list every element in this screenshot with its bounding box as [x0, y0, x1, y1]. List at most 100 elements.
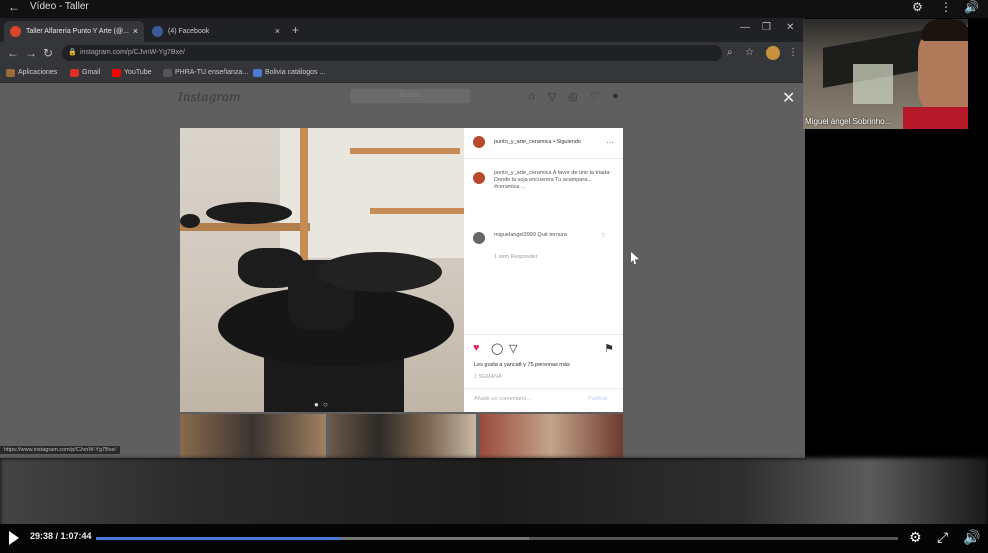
comment-text: miguelangel3999 Qué ternura [494, 232, 567, 238]
more-icon[interactable]: ⋮ [940, 0, 952, 14]
back-arrow-icon[interactable]: ← [8, 0, 20, 14]
divider [464, 158, 623, 159]
address-bar-row: ← → ↻ 🔒 instagram.com/p/CJvnW-Yg7Bxe/ ⌕ … [0, 42, 805, 64]
tab-facebook[interactable]: (4) Facebook × [146, 21, 286, 42]
direct-icon[interactable]: ▽ [548, 90, 556, 103]
url-field[interactable]: 🔒 instagram.com/p/CJvnW-Yg7Bxe/ [62, 45, 722, 61]
folder-icon [253, 69, 262, 77]
instagram-favicon-icon [10, 26, 21, 37]
shelf-post [300, 128, 308, 278]
settings-icon[interactable]: ⚙ [909, 529, 922, 546]
post-caption: punto_y_arte_ceramica A favor de unir la… [494, 170, 611, 190]
new-tab-icon[interactable]: + [292, 23, 299, 37]
video-title-bar: ← Vídeo - Taller ⚙ ⋮ 🔊 [0, 0, 988, 18]
like-heart-icon[interactable]: ♥ [473, 342, 480, 354]
tab-label: Taller Alfarería Punto Y Arte (@... [26, 28, 129, 35]
volume-icon[interactable]: 🔊 [963, 529, 980, 546]
divider [464, 388, 623, 389]
menu-icon[interactable]: ⋮ [788, 47, 798, 58]
play-icon[interactable] [9, 531, 19, 545]
close-tab-icon[interactable]: × [275, 21, 280, 42]
fullscreen-icon[interactable]: ⤢ [937, 529, 948, 546]
status-bar-url: https://www.instagram.com/p/CJvnW-Yg7Bxe… [0, 446, 121, 454]
carousel-dots[interactable]: ● ○ [314, 400, 329, 409]
bowl [206, 202, 292, 224]
minimize-icon[interactable]: — [740, 22, 750, 33]
instagram-logo[interactable]: Instagram [178, 90, 241, 104]
webcam-window [853, 64, 893, 104]
bowl [180, 214, 200, 228]
thumbnail[interactable] [180, 414, 326, 458]
reload-icon[interactable]: ↻ [43, 46, 53, 60]
bookmark-catalogos[interactable]: Bolivia catálogos ... [253, 67, 325, 79]
avatar[interactable] [473, 232, 485, 244]
search-icon[interactable]: ⌕ [727, 47, 733, 58]
maximize-icon[interactable]: ❐ [762, 22, 771, 33]
facebook-favicon-icon [152, 26, 163, 37]
video-title: Vídeo - Taller [30, 1, 89, 12]
doc-icon [163, 69, 172, 77]
volume-icon[interactable]: 🔊 [964, 0, 979, 14]
window-close-icon[interactable]: ✕ [786, 22, 794, 33]
bookmark-youtube[interactable]: YouTube [112, 67, 152, 79]
bookmark-phra[interactable]: PHRA-TU enseñanza... [163, 67, 248, 79]
shared-screen: Taller Alfarería Punto Y Arte (@... × (4… [0, 18, 805, 458]
likes-text[interactable]: Les gusta a yancatt y 75 personas más [474, 362, 570, 369]
related-posts [180, 414, 623, 458]
post-photo: ● ○ [180, 128, 464, 412]
explore-icon[interactable]: ◎ [568, 90, 578, 103]
url-text: instagram.com/p/CJvnW-Yg7Bxe/ [80, 49, 185, 56]
webcam-overlay: Miguel ángel Sobrinho... [803, 19, 968, 129]
comment-icon[interactable]: ◯ [491, 342, 503, 355]
instagram-header: Instagram Buscar ⌂ ▽ ◎ ♡ ● ✕ [0, 82, 805, 112]
avatar[interactable] [473, 172, 485, 184]
bookmarks-bar: Aplicaciones Gmail YouTube PHRA-TU enseñ… [0, 64, 805, 83]
gmail-icon [70, 69, 79, 77]
shelf [350, 148, 460, 154]
back-icon[interactable]: ← [7, 46, 19, 60]
time-display: 29:38 / 1:07:44 [30, 531, 92, 541]
post-username[interactable]: punto_y_arte_ceramica • Siguiendo [494, 139, 581, 146]
bookmark-apps[interactable]: Aplicaciones [6, 67, 57, 79]
instagram-search-input[interactable]: Buscar [350, 89, 470, 103]
youtube-icon [112, 69, 121, 77]
shelf [180, 223, 310, 231]
share-icon[interactable]: ▽ [509, 342, 517, 355]
participant-name: Miguel ángel Sobrinho... [805, 117, 892, 126]
apps-icon [6, 69, 15, 77]
home-icon[interactable]: ⌂ [528, 90, 535, 102]
webcam-shirt [903, 107, 968, 129]
thumbnail[interactable] [330, 414, 476, 458]
lock-icon: 🔒 [68, 49, 77, 56]
webcam-hair [921, 19, 968, 41]
avatar[interactable] [473, 136, 485, 148]
comment-like-icon[interactable]: ♡ [601, 233, 606, 240]
shelf [370, 208, 464, 214]
blurred-region [0, 458, 988, 528]
progress-fill [96, 537, 342, 540]
tab-instagram[interactable]: Taller Alfarería Punto Y Arte (@... × [4, 21, 144, 42]
post-modal: ● ○ punto_y_arte_ceramica • Siguiendo … … [180, 128, 623, 412]
post-sidebar: punto_y_arte_ceramica • Siguiendo … punt… [464, 128, 623, 412]
forward-icon[interactable]: → [25, 46, 37, 60]
star-icon[interactable]: ☆ [745, 47, 754, 58]
profile-icon[interactable]: ● [612, 90, 619, 102]
settings-icon[interactable]: ⚙ [912, 0, 923, 14]
bookmark-icon[interactable]: ⚑ [604, 342, 614, 355]
publish-button[interactable]: Publicar [588, 396, 608, 403]
thumbnail[interactable] [480, 414, 623, 458]
close-modal-icon[interactable]: ✕ [782, 88, 795, 108]
profile-avatar[interactable] [766, 46, 780, 60]
post-date: 1 SEMANA [474, 374, 502, 380]
add-comment-input[interactable]: Añade un comentario... [474, 396, 531, 403]
divider [464, 334, 623, 335]
video-controls: 29:38 / 1:07:44 ⚙ ⤢ 🔊 [0, 524, 988, 553]
comment-meta[interactable]: 1 sem Responder [494, 254, 537, 261]
plate [318, 252, 442, 292]
browser-tab-bar: Taller Alfarería Punto Y Arte (@... × (4… [0, 18, 805, 42]
progress-bar[interactable] [96, 537, 898, 540]
close-tab-icon[interactable]: × [133, 21, 138, 42]
more-options-icon[interactable]: … [606, 137, 614, 145]
bookmark-gmail[interactable]: Gmail [70, 67, 100, 79]
heart-icon[interactable]: ♡ [590, 90, 600, 103]
